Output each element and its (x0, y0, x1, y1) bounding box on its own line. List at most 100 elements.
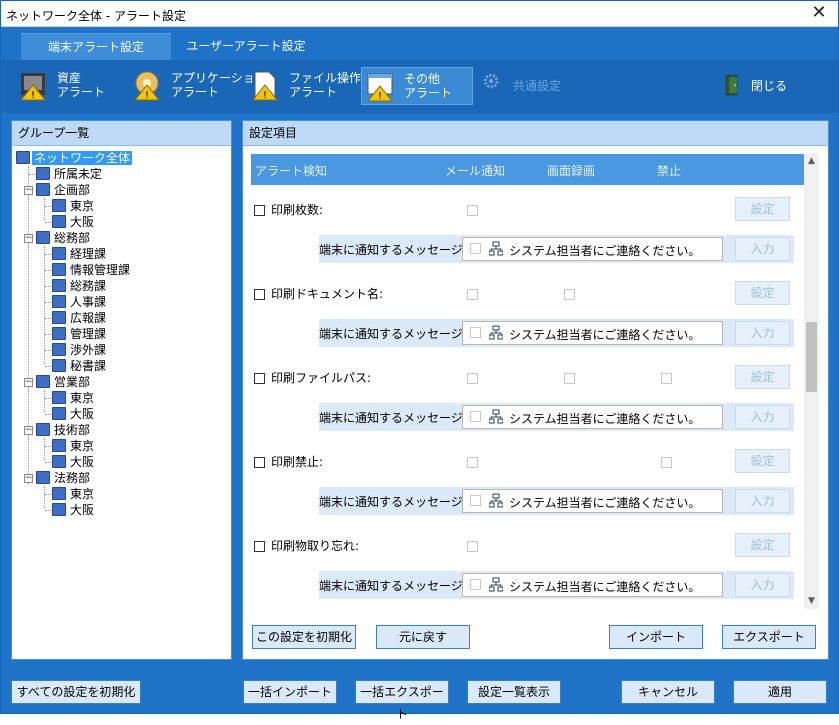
group-icon (52, 295, 66, 308)
toolbar: ! 資産アラート ! アプリケーションアラート ! ファイル操作アラート (1, 60, 838, 113)
set-button[interactable]: 設定 (735, 533, 790, 557)
setting-row: 印刷物取り忘れ: 設定 (251, 525, 804, 567)
tree-node[interactable]: 人事課 (52, 294, 108, 310)
tree-node[interactable]: 東京 (52, 198, 96, 214)
close-button[interactable]: 閉じる (717, 67, 797, 105)
tree-node[interactable]: 技術部 (36, 422, 92, 438)
message-checkbox[interactable] (470, 495, 481, 506)
bulk-export-button[interactable]: 一括エクスポート (355, 680, 449, 721)
application-alert-button[interactable]: ! アプリケーション アラート (129, 67, 267, 105)
group-icon (36, 167, 50, 180)
tree-node[interactable]: 所属未定 (36, 166, 104, 182)
tab-row: 端末アラート設定 ユーザーアラート設定 (1, 27, 838, 60)
set-button[interactable]: 設定 (735, 449, 790, 473)
mail-checkbox[interactable] (467, 541, 478, 552)
message-input[interactable]: システム担当者にご連絡ください。 (462, 237, 723, 261)
mail-checkbox[interactable] (467, 457, 478, 468)
tree-node[interactable]: 管理課 (52, 326, 108, 342)
message-label: 端末に通知するメッセージ: (319, 243, 467, 257)
group-icon (52, 343, 66, 356)
tree-node[interactable]: 企画部 (36, 182, 92, 198)
scroll-down-icon[interactable]: ▼ (807, 597, 816, 606)
tree-node[interactable]: 東京 (52, 390, 96, 406)
alert-checkbox[interactable] (254, 457, 265, 468)
set-button[interactable]: 設定 (735, 281, 790, 305)
revert-button[interactable]: 元に戻す (376, 625, 470, 649)
tree-node[interactable]: 経理課 (52, 246, 108, 262)
tree-node[interactable]: ネットワーク全体 (16, 150, 133, 166)
file-operation-alert-button[interactable]: ! ファイル操作 アラート (247, 67, 361, 105)
prohibit-checkbox[interactable] (661, 373, 672, 384)
import-button[interactable]: インポート (609, 625, 703, 649)
message-checkbox[interactable] (470, 243, 481, 254)
group-icon (52, 263, 66, 276)
input-button[interactable]: 入力 (735, 489, 790, 513)
tree-node[interactable]: 広報課 (52, 310, 108, 326)
tree-node[interactable]: 大阪 (52, 454, 96, 470)
asset-alert-button[interactable]: ! 資産 アラート (15, 67, 123, 105)
alert-checkbox[interactable] (254, 289, 265, 300)
message-input[interactable]: システム担当者にご連絡ください。 (462, 321, 723, 345)
bulk-import-button[interactable]: 一括インポート (243, 680, 337, 704)
tree-node[interactable]: 東京 (52, 438, 96, 454)
cancel-button[interactable]: キャンセル (621, 680, 715, 704)
org-chart-icon (489, 409, 503, 424)
tree-node[interactable]: 総務課 (52, 278, 108, 294)
other-alert-button[interactable]: ! その他 アラート (361, 67, 473, 105)
set-button[interactable]: 設定 (735, 365, 790, 389)
gear-icon (483, 73, 499, 89)
settings-scrollbar[interactable]: ▲ ▼ (804, 154, 819, 609)
tree-node[interactable]: 大阪 (52, 214, 96, 230)
mail-checkbox[interactable] (467, 205, 478, 216)
settings-panel: 設定項目 アラート検知 メール通知 画面録画 禁止 印刷枚数: 設定 端末に通知… (242, 120, 829, 660)
settings-column-header: アラート検知 メール通知 画面録画 禁止 (251, 154, 804, 185)
message-text: システム担当者にご連絡ください。 (509, 412, 701, 426)
input-button[interactable]: 入力 (735, 405, 790, 429)
group-icon (52, 215, 66, 228)
mail-checkbox[interactable] (467, 289, 478, 300)
alert-checkbox[interactable] (254, 541, 265, 552)
message-input[interactable]: システム担当者にご連絡ください。 (462, 489, 723, 513)
tree-node[interactable]: 情報管理課 (52, 262, 132, 278)
tree-node[interactable]: 秘書課 (52, 358, 108, 374)
message-checkbox[interactable] (470, 327, 481, 338)
input-button[interactable]: 入力 (735, 237, 790, 261)
reset-setting-button[interactable]: この設定を初期化 (252, 625, 356, 649)
settings-list-button[interactable]: 設定一覧表示 (467, 680, 561, 704)
tree-node[interactable]: 大阪 (52, 502, 96, 518)
set-button[interactable]: 設定 (735, 197, 790, 221)
prohibit-checkbox[interactable] (661, 457, 672, 468)
message-input[interactable]: システム担当者にご連絡ください。 (462, 573, 723, 597)
apply-button[interactable]: 適用 (733, 680, 827, 704)
input-button[interactable]: 入力 (735, 573, 790, 597)
scroll-up-icon[interactable]: ▲ (807, 157, 816, 166)
alert-checkbox[interactable] (254, 373, 265, 384)
mail-checkbox[interactable] (467, 373, 478, 384)
tree-node[interactable]: 総務部 (36, 230, 92, 246)
exit-door-icon (725, 75, 738, 96)
alert-checkbox[interactable] (254, 205, 265, 216)
message-row: 端末に通知するメッセージ: システム担当者にご連絡ください。 入力 (319, 235, 794, 263)
message-checkbox[interactable] (470, 411, 481, 422)
tree-node[interactable]: 法務部 (36, 470, 92, 486)
group-list-header: グループ一覧 (12, 121, 231, 146)
tree-node[interactable]: 営業部 (36, 374, 92, 390)
record-checkbox[interactable] (564, 289, 575, 300)
scroll-thumb[interactable] (806, 322, 817, 392)
message-text: システム担当者にご連絡ください。 (509, 496, 701, 510)
tab-user-alert[interactable]: ユーザーアラート設定 (171, 33, 321, 60)
message-checkbox[interactable] (470, 579, 481, 590)
reset-all-button[interactable]: すべての設定を初期化 (11, 680, 141, 704)
tree-node[interactable]: 渉外課 (52, 342, 108, 358)
tree-node[interactable]: 東京 (52, 486, 96, 502)
tab-terminal-alert[interactable]: 端末アラート設定 (21, 33, 171, 60)
export-button[interactable]: エクスポート (722, 625, 816, 649)
input-button[interactable]: 入力 (735, 321, 790, 345)
record-checkbox[interactable] (564, 373, 575, 384)
message-row: 端末に通知するメッセージ: システム担当者にご連絡ください。 入力 (319, 403, 794, 431)
close-icon[interactable]: ✕ (808, 3, 830, 23)
message-text: システム担当者にご連絡ください。 (509, 328, 701, 342)
message-input[interactable]: システム担当者にご連絡ください。 (462, 405, 723, 429)
common-settings-button[interactable]: 共通設定 (479, 67, 569, 105)
tree-node[interactable]: 大阪 (52, 406, 96, 422)
